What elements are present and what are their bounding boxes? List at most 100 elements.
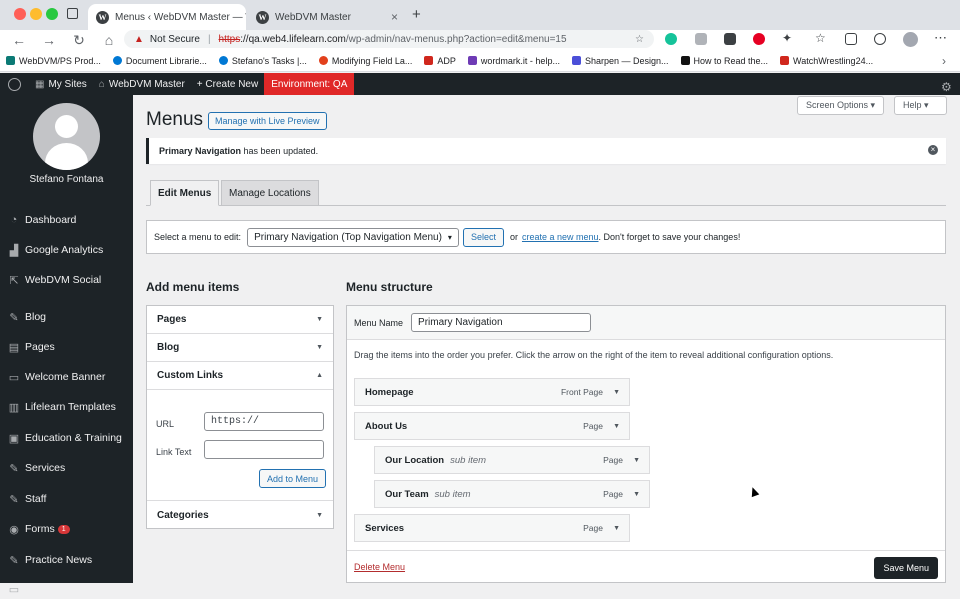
sidebar-item-label: Dashboard: [25, 214, 77, 226]
menu-item[interactable]: Our Team sub item Page ▼: [374, 480, 650, 508]
sidebar-item-lifelearn-templates[interactable]: ▥ Lifelearn Templates: [0, 397, 133, 417]
bookmark-item[interactable]: Stefano's Tasks |...: [218, 56, 307, 66]
menu-item[interactable]: Homepage Front Page ▼: [354, 378, 630, 406]
bookmark-item[interactable]: WebDVM/PS Prod...: [6, 56, 101, 66]
menu-item[interactable]: Our Location sub item Page ▼: [374, 446, 650, 474]
tab-edit-menus[interactable]: Edit Menus: [150, 180, 220, 206]
sidebar-item-education-training[interactable]: ▣ Education & Training: [0, 428, 133, 448]
chevron-right-icon[interactable]: ›: [942, 54, 946, 68]
save-menu-button[interactable]: Save Menu: [874, 557, 938, 579]
home-icon[interactable]: ⌂: [94, 32, 124, 48]
browser-toolbar: ← → ↻ ⌂ ▲ Not Secure | https://qa.web4.l…: [0, 30, 960, 50]
notice-text: has been updated.: [241, 146, 319, 156]
accordion-categories[interactable]: Categories ▼: [147, 501, 333, 529]
menu-select[interactable]: Primary Navigation (Top Navigation Menu)…: [247, 227, 459, 247]
more-icon[interactable]: ⋯: [934, 30, 947, 46]
sidebar-item-webdvm-social[interactable]: ⇱ WebDVM Social: [0, 270, 133, 290]
favorites-icon[interactable]: ☆: [815, 31, 826, 45]
tab-label: WebDVM Master: [275, 11, 351, 23]
sidebar-item-blog[interactable]: ✎ Blog: [0, 307, 133, 327]
screen-options-button[interactable]: Screen Options ▾: [797, 96, 885, 115]
puzzle-icon[interactable]: ✦: [782, 31, 792, 45]
menu-item[interactable]: Services Page ▼: [354, 514, 630, 542]
expand-arrow-icon[interactable]: ▼: [613, 423, 620, 430]
sidebar-item-label: Education & Training: [25, 432, 122, 444]
tab-label: Menus ‹ WebDVM Master — W: [115, 11, 246, 23]
bookmark-item[interactable]: ADP: [424, 56, 456, 66]
sidebar-item-dashboard[interactable]: ◔ Dashboard: [0, 210, 133, 230]
expand-arrow-icon[interactable]: ▼: [633, 491, 640, 498]
forward-icon[interactable]: →: [34, 32, 64, 48]
tab-webdvm-master[interactable]: W WebDVM Master ×: [248, 4, 406, 30]
bookmark-item[interactable]: Sharpen — Design...: [571, 56, 669, 66]
tab-menus[interactable]: W Menus ‹ WebDVM Master — W ×: [88, 4, 246, 30]
bookmark-item[interactable]: How to Read the...: [680, 56, 768, 66]
live-preview-button[interactable]: Manage with Live Preview: [208, 112, 327, 130]
gear-icon[interactable]: ⚙: [941, 80, 952, 94]
bookmark-item[interactable]: WatchWrestling24...: [780, 56, 873, 66]
accordion-blog[interactable]: Blog ▼: [147, 334, 333, 362]
sidebar-item-practice-news[interactable]: ✎ Practice News: [0, 550, 133, 570]
delete-menu-link[interactable]: Delete Menu: [354, 562, 405, 572]
wordpress-logo-icon[interactable]: [0, 73, 29, 95]
user-name[interactable]: Stefano Fontana: [0, 174, 133, 185]
reload-icon[interactable]: ↻: [64, 32, 94, 49]
bookmark-item[interactable]: Modifying Field La...: [318, 56, 412, 66]
expand-arrow-icon[interactable]: ▼: [633, 457, 640, 464]
accordion-custom-links[interactable]: Custom Links ▲: [147, 362, 333, 390]
bookmark-item[interactable]: Document Librarie...: [112, 56, 207, 66]
adp-icon: [424, 56, 434, 65]
close-window-button[interactable]: [14, 8, 26, 20]
sidebar-item-services[interactable]: ✎ Services: [0, 458, 133, 478]
collections-icon[interactable]: [845, 33, 857, 45]
wp-admin-bar: ▦ My Sites ⌂ WebDVM Master + Create New En…: [0, 73, 960, 95]
link-text-input[interactable]: [204, 440, 324, 459]
expand-arrow-icon[interactable]: ▼: [613, 389, 620, 396]
sidebar-item-header-footer-banner[interactable]: ▭ Header/Footer Banner: [0, 579, 133, 599]
bookmark-star-icon[interactable]: ☆: [635, 34, 644, 45]
share-icon: ⇱: [9, 274, 19, 287]
chevron-down-icon: ▼: [316, 316, 323, 323]
menu-item[interactable]: About Us Page ▼: [354, 412, 630, 440]
address-bar[interactable]: ▲ Not Secure | https://qa.web4.lifelearn…: [124, 30, 654, 48]
url-input[interactable]: https://: [204, 412, 324, 431]
bookmark-item[interactable]: wordmark.it - help...: [467, 56, 560, 66]
grammarly-icon[interactable]: [665, 33, 677, 45]
select-button[interactable]: Select: [462, 227, 504, 247]
help-button[interactable]: Help ▾: [894, 96, 947, 115]
maximize-window-button[interactable]: [46, 8, 58, 20]
add-to-menu-button[interactable]: Add to Menu: [259, 469, 327, 488]
pinterest-icon[interactable]: [753, 33, 765, 45]
browser-tab-strip: W Menus ‹ WebDVM Master — W × W WebDVM M…: [0, 0, 960, 30]
site-name-menu[interactable]: ⌂ WebDVM Master: [93, 73, 191, 95]
save-reminder: . Don't forget to save your changes!: [598, 232, 741, 242]
create-menu-link[interactable]: create a new menu: [522, 232, 599, 242]
menu-name-label: Menu Name: [354, 317, 404, 328]
extension-icon[interactable]: [695, 33, 707, 45]
new-tab-button[interactable]: +: [412, 6, 421, 23]
sidebar-item-google-analytics[interactable]: ▟ Google Analytics: [0, 240, 133, 260]
dismiss-icon[interactable]: ×: [928, 145, 938, 155]
sidebar-item-staff[interactable]: ✎ Staff: [0, 489, 133, 509]
extension-icon[interactable]: [724, 33, 736, 45]
avatar[interactable]: [33, 103, 100, 170]
sidebar-item-forms[interactable]: ◉ Forms 1: [0, 519, 133, 539]
bookmark-icon: [318, 56, 328, 65]
create-new-menu[interactable]: + Create New: [191, 73, 264, 95]
shield-icon[interactable]: [874, 33, 886, 45]
close-tab-icon[interactable]: ×: [385, 10, 398, 24]
tab-overview-icon[interactable]: [67, 8, 78, 19]
sidebar-item-welcome-banner[interactable]: ▭ Welcome Banner: [0, 367, 133, 387]
sites-icon: ▦: [35, 78, 45, 90]
profile-avatar[interactable]: [903, 32, 918, 47]
minimize-window-button[interactable]: [30, 8, 42, 20]
back-icon[interactable]: ←: [4, 32, 34, 48]
menu-name-input[interactable]: Primary Navigation: [411, 313, 592, 332]
sidebar-item-pages[interactable]: ▤ Pages: [0, 337, 133, 357]
accordion-pages[interactable]: Pages ▼: [147, 306, 333, 334]
security-label: Not Secure: [149, 33, 200, 45]
expand-arrow-icon[interactable]: ▼: [613, 525, 620, 532]
my-sites-menu[interactable]: ▦ My Sites: [29, 73, 93, 95]
tab-manage-locations[interactable]: Manage Locations: [221, 180, 319, 206]
dashboard-icon: ◔: [10, 214, 18, 226]
